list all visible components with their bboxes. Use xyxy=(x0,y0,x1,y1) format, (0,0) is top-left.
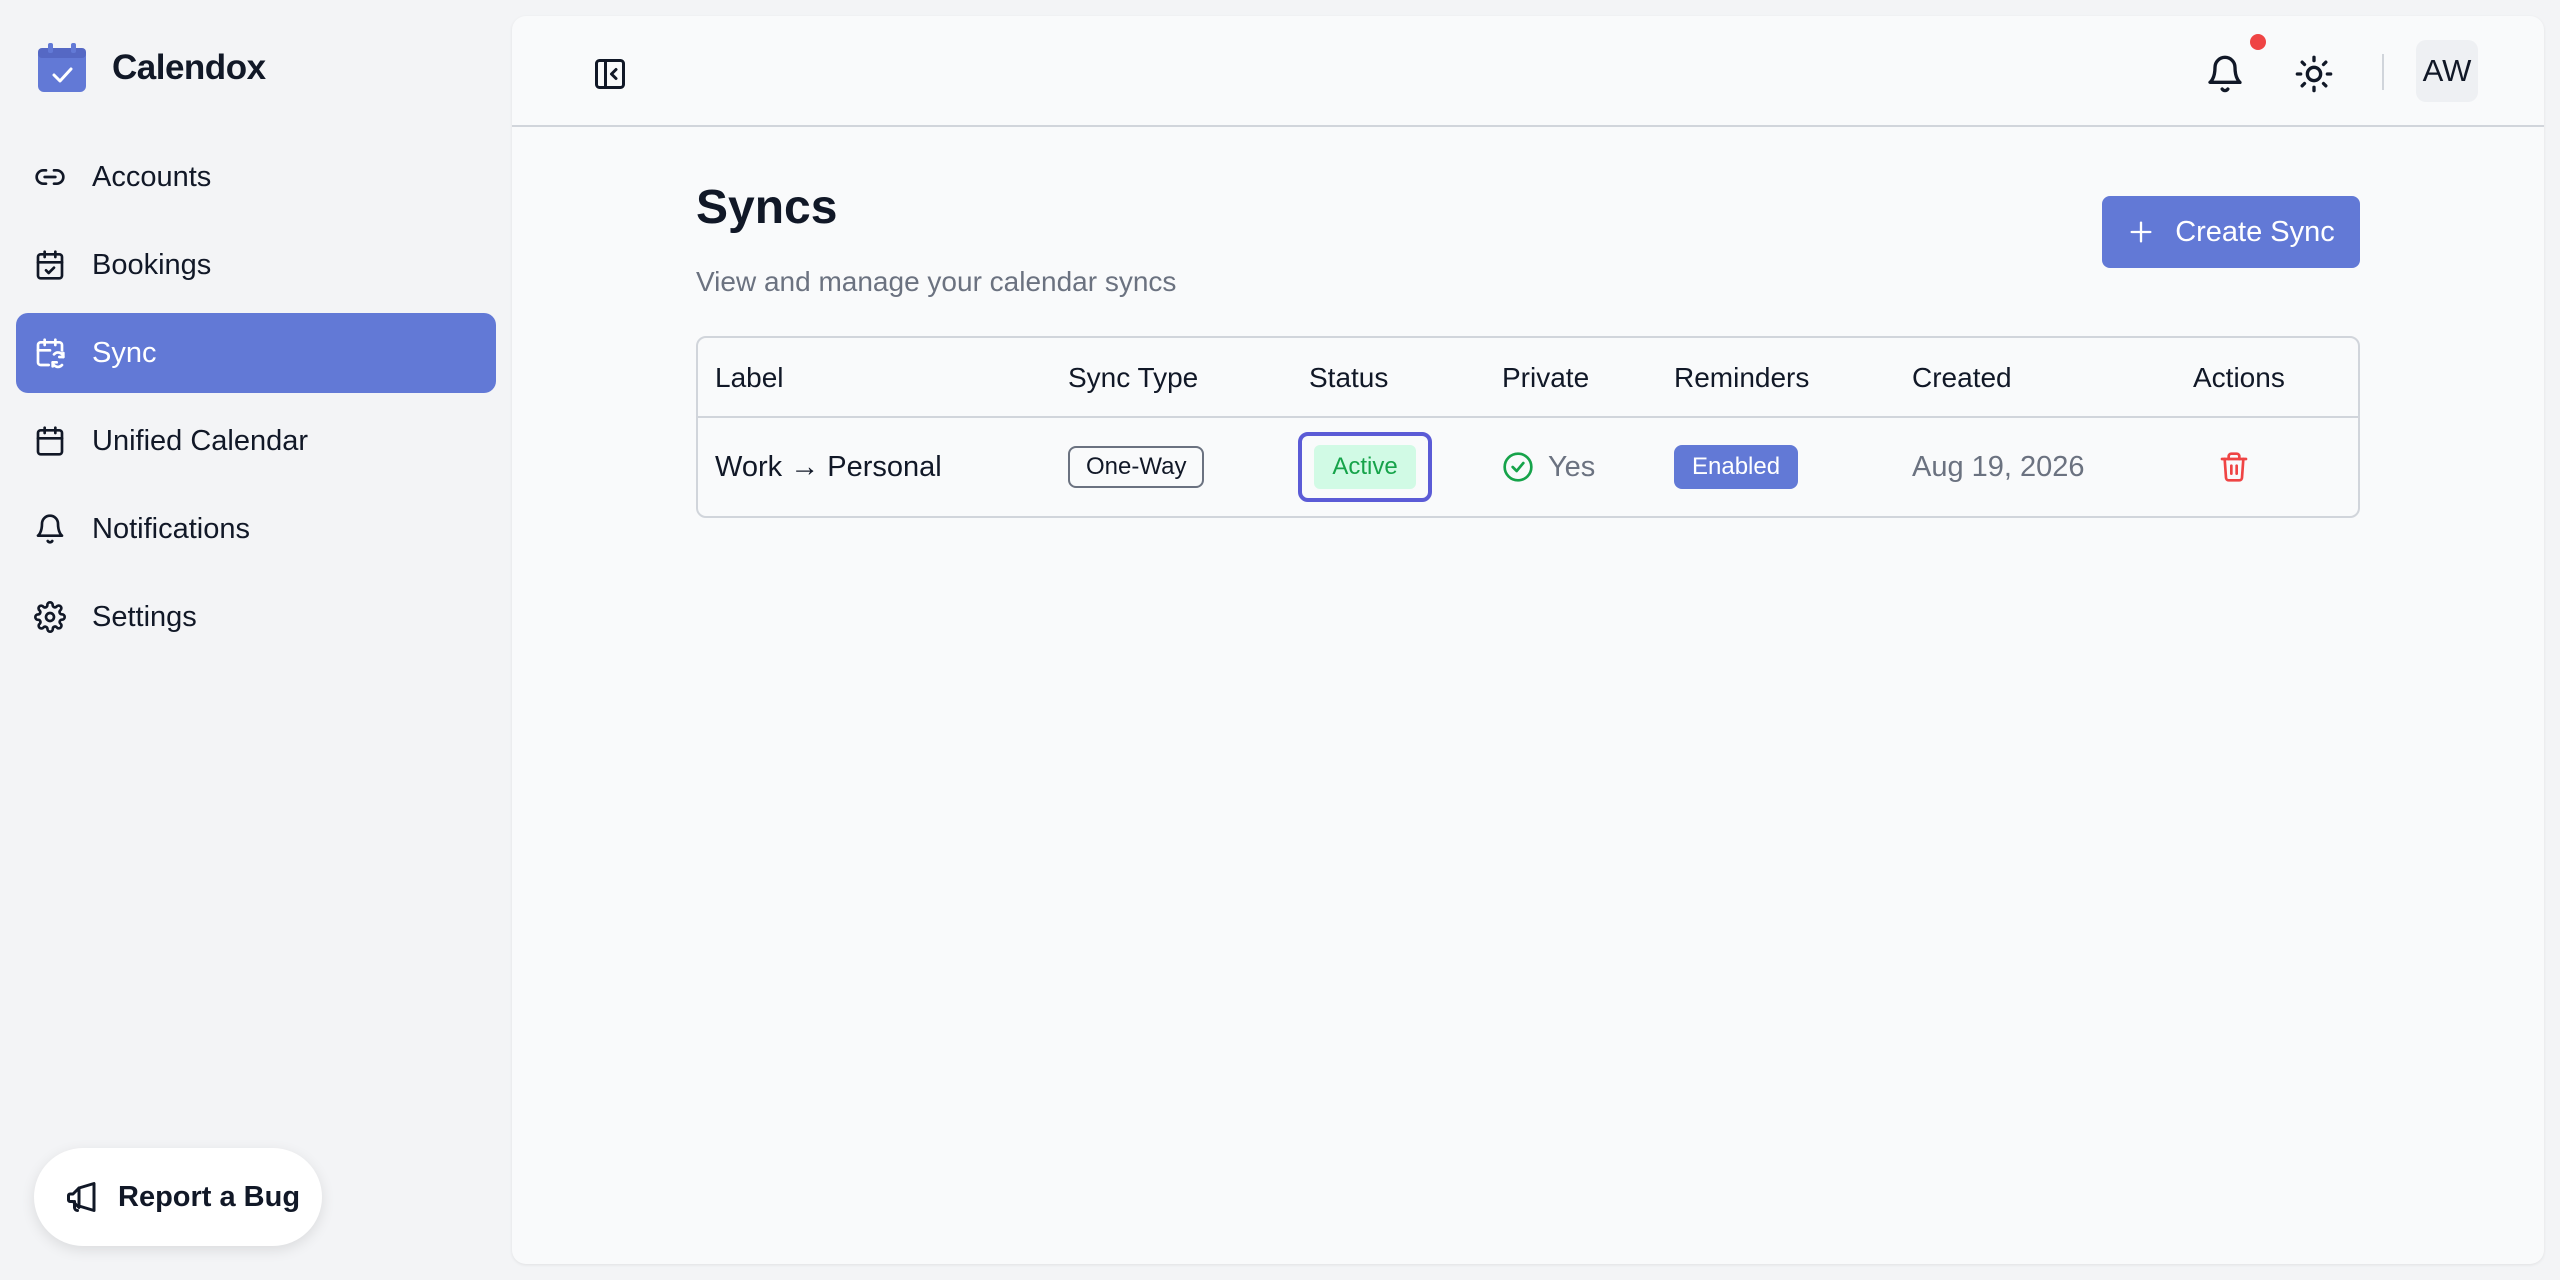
status-cell: Active xyxy=(1298,418,1432,516)
sidebar-item-accounts[interactable]: Accounts xyxy=(16,137,496,217)
column-header-created: Created xyxy=(1912,362,2012,393)
calendar-sync-icon xyxy=(32,335,68,371)
sidebar-item-settings[interactable]: Settings xyxy=(16,577,496,657)
main-panel: AW Syncs View and manage your calendar s… xyxy=(512,16,2544,1264)
sidebar-item-bookings[interactable]: Bookings xyxy=(16,225,496,305)
column-header-sync-type: Sync Type xyxy=(1068,362,1199,393)
calendar-check-icon xyxy=(32,247,68,283)
sidebar-item-sync[interactable]: Sync xyxy=(16,313,496,393)
sidebar: Calendox Accounts Bookings Sync Unified … xyxy=(0,0,512,1280)
sidebar-item-label: Accounts xyxy=(92,160,212,193)
gear-icon xyxy=(32,599,68,635)
create-sync-label: Create Sync xyxy=(2175,215,2335,248)
sync-type-badge: One-Way xyxy=(1068,446,1205,488)
table-header: Label Sync Type Status Private Reminders… xyxy=(698,338,2358,418)
create-sync-button[interactable]: Create Sync xyxy=(2102,196,2360,268)
sidebar-item-label: Unified Calendar xyxy=(92,424,309,457)
status-badge: Active xyxy=(1314,445,1416,489)
brand[interactable]: Calendox xyxy=(36,40,266,96)
bell-icon xyxy=(32,511,68,547)
actions-cell xyxy=(2214,418,2254,516)
avatar[interactable]: AW xyxy=(2416,40,2478,102)
sync-type-cell: One-Way xyxy=(1068,418,1205,516)
report-bug-label: Report a Bug xyxy=(118,1180,301,1213)
column-header-label: Label xyxy=(715,362,784,393)
delete-button[interactable] xyxy=(2214,447,2254,487)
calendar-icon xyxy=(32,423,68,459)
trash-icon xyxy=(2220,452,2248,482)
report-bug-button[interactable]: Report a Bug xyxy=(34,1148,322,1246)
sidebar-item-label: Bookings xyxy=(92,248,212,281)
sidebar-item-unified-calendar[interactable]: Unified Calendar xyxy=(16,401,496,481)
reminders-cell: Enabled xyxy=(1674,418,1799,516)
sidebar-item-label: Sync xyxy=(92,336,157,369)
column-header-actions: Actions xyxy=(2193,362,2285,393)
topbar-divider xyxy=(2382,54,2384,90)
check-circle-icon xyxy=(1503,452,1533,482)
syncs-table: Label Sync Type Status Private Reminders… xyxy=(696,336,2360,518)
column-header-private: Private xyxy=(1502,362,1590,393)
private-cell: Yes xyxy=(1502,418,1595,516)
notifications-bell-icon[interactable] xyxy=(2205,54,2245,94)
link-icon xyxy=(32,159,68,195)
created-date: Aug 19, 2026 xyxy=(1912,450,2085,483)
sidebar-item-label: Notifications xyxy=(92,512,250,545)
plus-icon xyxy=(2130,221,2152,243)
sidebar-item-notifications[interactable]: Notifications xyxy=(16,489,496,569)
column-header-reminders: Reminders xyxy=(1674,362,1810,393)
page-subtitle: View and manage your calendar syncs xyxy=(696,266,1177,297)
calendar-logo-icon xyxy=(38,43,86,92)
sync-label: Work → Personal xyxy=(715,450,942,483)
page-title: Syncs xyxy=(696,181,838,234)
app-name: Calendox xyxy=(112,48,266,87)
table-row[interactable]: Work → Personal One-Way Active Yes Enabl… xyxy=(698,418,2358,516)
topbar: AW xyxy=(512,16,2544,127)
sidebar-collapse-icon[interactable] xyxy=(592,56,628,92)
sidebar-item-label: Settings xyxy=(92,600,197,633)
sun-icon[interactable] xyxy=(2294,54,2334,94)
sidebar-nav: Accounts Bookings Sync Unified Calendar … xyxy=(16,137,496,665)
notification-dot xyxy=(2250,34,2266,50)
column-header-status: Status xyxy=(1309,362,1389,393)
private-value: Yes xyxy=(1548,450,1596,483)
status-badge-focused[interactable]: Active xyxy=(1298,432,1432,502)
megaphone-icon xyxy=(67,1182,96,1212)
reminders-badge: Enabled xyxy=(1674,445,1799,489)
